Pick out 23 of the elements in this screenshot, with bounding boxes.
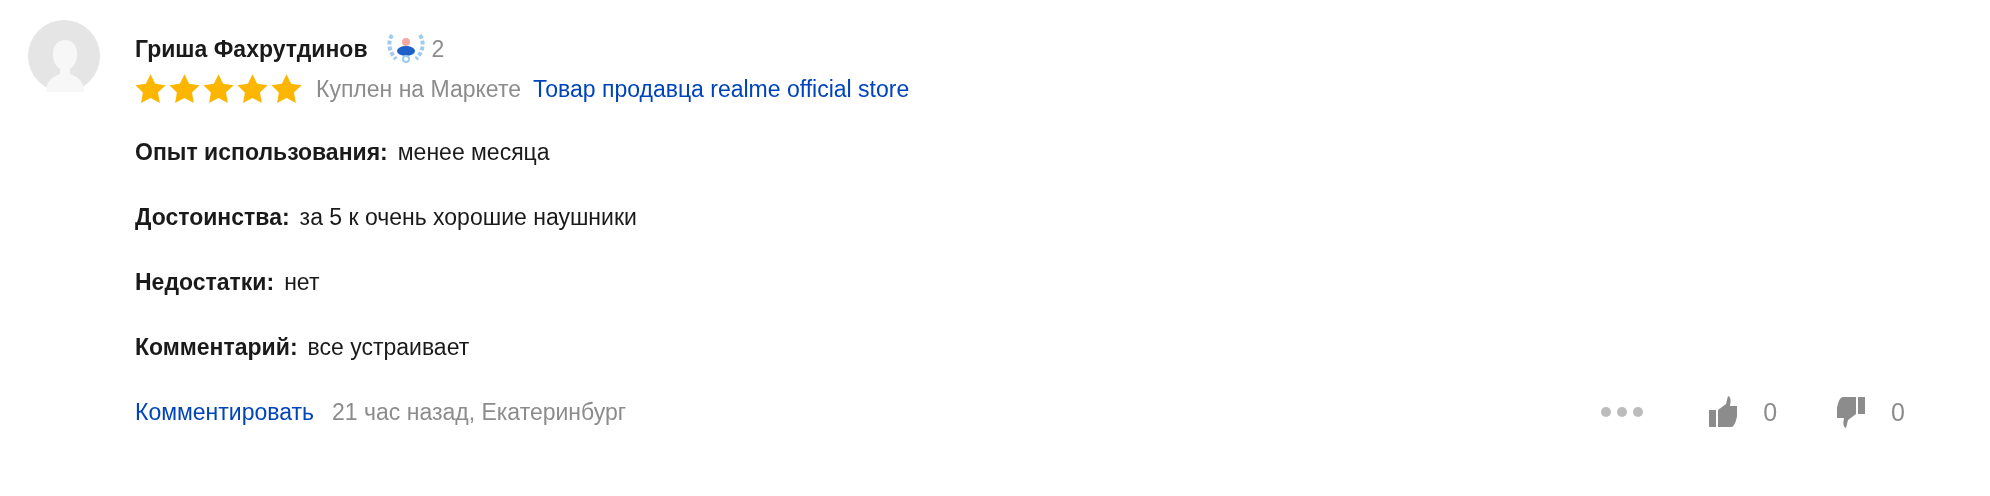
section-label: Недостатки: bbox=[135, 267, 275, 297]
section-label: Опыт использования: bbox=[135, 137, 388, 167]
section-text: все устраивает bbox=[307, 332, 470, 362]
star-icon bbox=[203, 74, 234, 105]
more-button[interactable] bbox=[1601, 407, 1644, 418]
seller-link[interactable]: Товар продавца realme official store bbox=[532, 72, 910, 107]
badge-count: 2 bbox=[431, 34, 445, 64]
star-icon bbox=[237, 74, 268, 105]
thumbs-down-icon bbox=[1837, 396, 1866, 429]
thumbs-up-icon bbox=[1709, 396, 1738, 429]
comment-link[interactable]: Комментировать bbox=[135, 395, 315, 430]
star-icon bbox=[271, 74, 302, 105]
section-label: Достоинства: bbox=[135, 202, 290, 232]
author-name[interactable]: Гриша Фахрутдинов bbox=[135, 31, 368, 67]
section-text: за 5 к очень хорошие наушники bbox=[299, 202, 637, 232]
section-text: менее месяца bbox=[397, 137, 550, 167]
avatar-icon bbox=[28, 20, 100, 92]
review-meta: 21 час назад, Екатеринбург bbox=[332, 398, 627, 427]
section-text: нет bbox=[284, 267, 320, 297]
star-icon bbox=[135, 74, 166, 105]
section-label: Комментарий: bbox=[135, 332, 298, 362]
purchase-note: Куплен на Маркете bbox=[316, 75, 521, 104]
star-icon bbox=[169, 74, 200, 105]
